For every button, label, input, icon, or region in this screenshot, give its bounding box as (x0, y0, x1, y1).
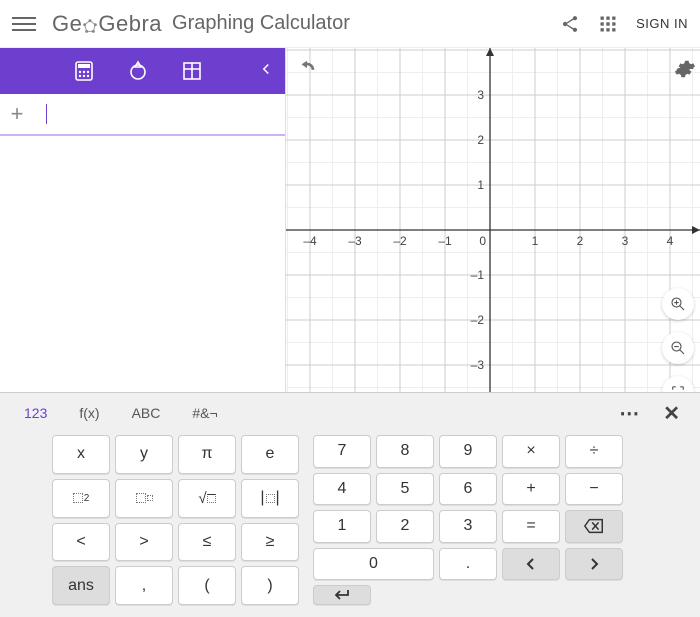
key-<[interactable]: < (52, 523, 110, 562)
key-2[interactable]: 2 (376, 510, 434, 543)
key-8[interactable]: 8 (376, 435, 434, 468)
key-9[interactable]: 9 (439, 435, 497, 468)
table-tab-icon[interactable] (180, 59, 204, 83)
key-÷[interactable]: ÷ (565, 435, 623, 468)
key-×[interactable]: × (502, 435, 560, 468)
logo: GeGebra (52, 11, 162, 37)
key-□^□[interactable] (115, 479, 173, 518)
svg-text:–3: –3 (471, 358, 485, 372)
key-)[interactable]: ) (241, 566, 299, 605)
key-□²[interactable]: 2 (52, 479, 110, 518)
keyboard-more-button[interactable]: ⋯ (609, 401, 649, 426)
share-icon[interactable] (560, 14, 580, 34)
svg-text:3: 3 (622, 234, 629, 248)
key-√□[interactable]: √ (178, 479, 236, 518)
key-−[interactable]: − (565, 473, 623, 506)
svg-text:3: 3 (477, 88, 484, 102)
keyboard-tab-fx[interactable]: f(x) (65, 399, 113, 427)
apps-icon[interactable] (598, 14, 618, 34)
key-e[interactable]: e (241, 435, 299, 474)
zoom-in-button[interactable] (662, 288, 694, 320)
svg-text:1: 1 (477, 178, 484, 192)
keyboard-tab-123[interactable]: 123 (10, 399, 61, 427)
svg-text:–2: –2 (393, 234, 407, 248)
key-,[interactable]: , (115, 566, 173, 605)
collapse-panel-button[interactable] (257, 60, 275, 83)
key-+[interactable]: + (502, 473, 560, 506)
key-y[interactable]: y (115, 435, 173, 474)
key-5[interactable]: 5 (376, 473, 434, 506)
zoom-out-button[interactable] (662, 332, 694, 364)
svg-text:–2: –2 (471, 313, 485, 327)
svg-text:4: 4 (667, 234, 674, 248)
key-π[interactable]: π (178, 435, 236, 474)
algebra-tab-icon[interactable] (72, 59, 96, 83)
undo-button[interactable] (296, 58, 318, 85)
svg-text:0: 0 (479, 234, 486, 248)
panel-toolbar (0, 48, 285, 94)
key-‹[interactable] (502, 548, 560, 581)
key-3[interactable]: 3 (439, 510, 497, 543)
svg-text:–1: –1 (471, 268, 485, 282)
app-header: GeGebra Graphing Calculator SIGN IN (0, 0, 700, 48)
add-input-button[interactable]: + (0, 101, 34, 127)
keyboard-close-button[interactable]: ✕ (653, 401, 690, 426)
graph-settings-button[interactable] (674, 58, 696, 85)
keyboard-tab-[interactable]: #&¬ (178, 399, 231, 427)
svg-text:–3: –3 (348, 234, 362, 248)
key-⌫[interactable] (565, 510, 623, 543)
signin-button[interactable]: SIGN IN (636, 16, 688, 31)
key-.[interactable]: . (439, 548, 497, 581)
keyboard-tabs: 123f(x)ABC#&¬ ⋯ ✕ (0, 393, 700, 433)
svg-text:2: 2 (477, 133, 484, 147)
svg-text:–4: –4 (303, 234, 317, 248)
svg-text:–1: –1 (438, 234, 452, 248)
key-≤[interactable]: ≤ (178, 523, 236, 562)
graph-view[interactable]: –4 –3 –2 –1 0 1 2 3 4 –3 –2 –1 1 2 3 (286, 48, 700, 392)
home-zoom-button[interactable] (662, 376, 694, 392)
virtual-keyboard: 123f(x)ABC#&¬ ⋯ ✕ xyπe2√||<>≤≥ans,() 789… (0, 392, 700, 617)
menu-button[interactable] (12, 12, 36, 36)
svg-text:2: 2 (577, 234, 584, 248)
tools-tab-icon[interactable] (126, 59, 150, 83)
key-4[interactable]: 4 (313, 473, 371, 506)
keyboard-tab-abc[interactable]: ABC (118, 399, 175, 427)
algebra-panel: + (0, 48, 286, 392)
key-6[interactable]: 6 (439, 473, 497, 506)
key-≥[interactable]: ≥ (241, 523, 299, 562)
key-1[interactable]: 1 (313, 510, 371, 543)
key-0[interactable]: 0 (313, 548, 434, 581)
app-title: Graphing Calculator (172, 12, 560, 35)
key-ans[interactable]: ans (52, 566, 110, 605)
key-|□|[interactable]: || (241, 479, 299, 518)
key-›[interactable] (565, 548, 623, 581)
algebra-input[interactable] (34, 94, 285, 134)
key-7[interactable]: 7 (313, 435, 371, 468)
key->[interactable]: > (115, 523, 173, 562)
key-=[interactable]: = (502, 510, 560, 543)
algebra-input-row: + (0, 94, 285, 136)
svg-text:1: 1 (532, 234, 539, 248)
key-([interactable]: ( (178, 566, 236, 605)
key-x[interactable]: x (52, 435, 110, 474)
key-↵[interactable] (313, 585, 371, 605)
